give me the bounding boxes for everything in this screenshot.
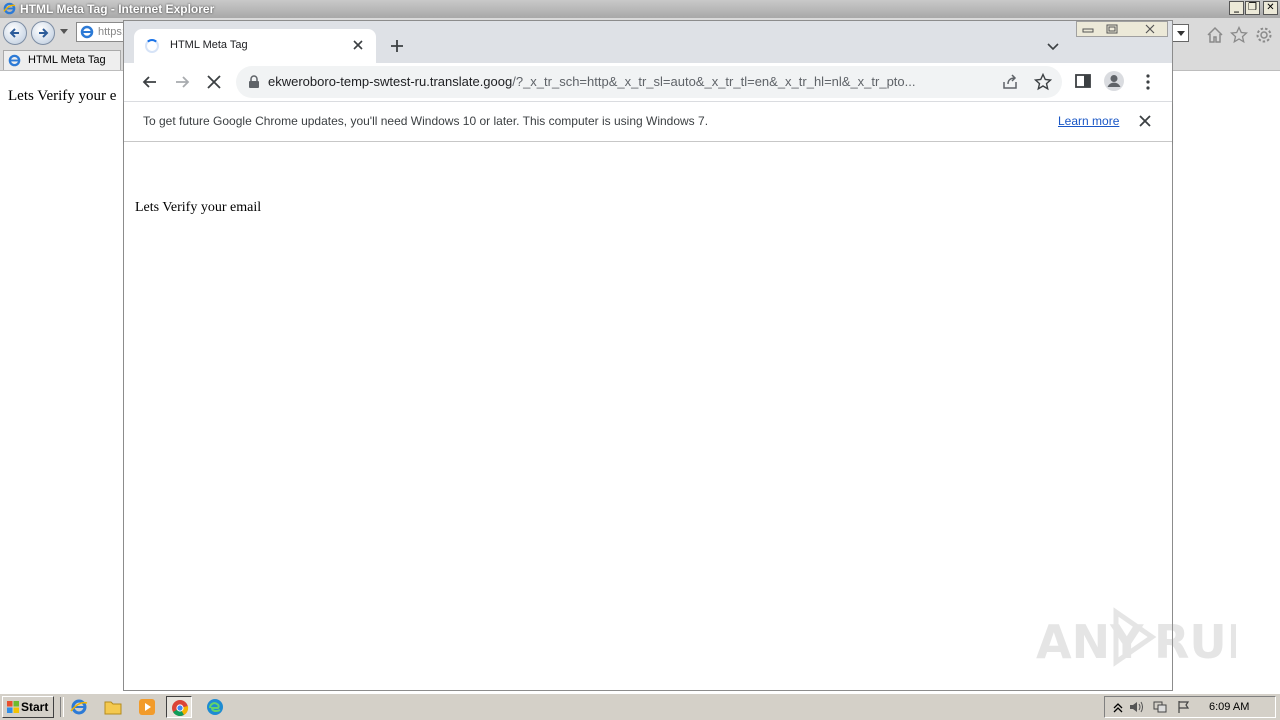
start-button[interactable]: Start bbox=[2, 696, 54, 718]
forward-arrow-icon bbox=[39, 28, 49, 38]
media-player-icon bbox=[139, 699, 155, 715]
bookmark-star-icon[interactable] bbox=[1034, 73, 1052, 91]
ie-address-text: https: bbox=[98, 26, 125, 38]
address-bar[interactable]: ekweroboro-temp-swtest-ru.translate.goog… bbox=[236, 66, 1062, 98]
back-arrow-icon[interactable] bbox=[140, 72, 160, 92]
maximize-icon[interactable] bbox=[1101, 23, 1123, 35]
internet-explorer-icon bbox=[8, 54, 21, 67]
taskbar: Start 6:09 AM bbox=[0, 693, 1280, 720]
taskbar-internet-explorer[interactable] bbox=[66, 696, 92, 718]
internet-explorer-icon bbox=[80, 25, 94, 39]
page-content: Lets Verify your email bbox=[124, 142, 1172, 690]
ie-tab[interactable]: HTML Meta Tag bbox=[3, 50, 121, 70]
system-tray: 6:09 AM bbox=[1104, 696, 1276, 718]
show-hidden-icons-icon[interactable] bbox=[1111, 700, 1125, 714]
back-arrow-icon bbox=[9, 28, 19, 38]
ie-window-title: HTML Meta Tag - Internet Explorer bbox=[20, 2, 215, 16]
chrome-tabbar: HTML Meta Tag bbox=[124, 21, 1172, 63]
ie-forward-button[interactable] bbox=[31, 21, 55, 45]
url-path: /?_x_tr_sch=http&_x_tr_sl=auto&_x_tr_tl=… bbox=[512, 74, 916, 89]
chrome-tab-title: HTML Meta Tag bbox=[170, 39, 248, 51]
infobar-message: To get future Google Chrome updates, you… bbox=[143, 114, 709, 128]
loading-spinner-icon bbox=[145, 39, 159, 53]
ie-minimize-button[interactable]: _ bbox=[1229, 1, 1244, 15]
side-panel-icon[interactable] bbox=[1075, 73, 1091, 89]
page-text: Lets Verify your email bbox=[135, 200, 262, 215]
network-icon[interactable] bbox=[1153, 700, 1167, 714]
more-options-icon[interactable] bbox=[1140, 73, 1156, 91]
stop-loading-icon[interactable] bbox=[204, 72, 224, 92]
learn-more-link[interactable]: Learn more bbox=[1058, 114, 1119, 128]
close-window-icon[interactable] bbox=[1139, 23, 1161, 35]
anyrun-watermark-logo: ANY RUN bbox=[1036, 607, 1236, 668]
ie-back-button[interactable] bbox=[3, 21, 27, 45]
url-host: ekweroboro-temp-swtest-ru.translate.goog bbox=[268, 74, 513, 89]
ie-history-dropdown[interactable] bbox=[60, 29, 68, 34]
close-tab-icon[interactable] bbox=[350, 37, 366, 53]
windows-logo-icon bbox=[7, 701, 19, 713]
new-tab-plus-icon[interactable] bbox=[388, 37, 406, 55]
gear-icon[interactable] bbox=[1255, 26, 1273, 44]
url-text[interactable]: ekweroboro-temp-swtest-ru.translate.goog… bbox=[268, 74, 994, 89]
start-label: Start bbox=[21, 700, 49, 714]
internet-explorer-icon bbox=[3, 2, 16, 15]
forward-arrow-icon[interactable] bbox=[172, 72, 192, 92]
ie-tab-title: HTML Meta Tag bbox=[28, 54, 106, 66]
profile-avatar-icon[interactable] bbox=[1103, 70, 1125, 92]
taskbar-media-player[interactable] bbox=[134, 696, 160, 718]
watermark-text-right: RUN bbox=[1154, 615, 1236, 668]
clock[interactable]: 6:09 AM bbox=[1209, 701, 1249, 713]
folder-icon bbox=[104, 701, 122, 715]
close-icon[interactable] bbox=[1138, 114, 1152, 128]
chrome-window-controls bbox=[1076, 21, 1168, 37]
action-center-flag-icon[interactable] bbox=[1177, 700, 1191, 714]
favorites-star-icon[interactable] bbox=[1230, 26, 1248, 44]
minimize-icon[interactable] bbox=[1077, 23, 1099, 35]
chrome-toolbar: ekweroboro-temp-swtest-ru.translate.goog… bbox=[124, 63, 1172, 101]
volume-icon[interactable] bbox=[1129, 700, 1143, 714]
chrome-window: HTML Meta Tag ekweroboro-temp-swtest-ru.… bbox=[123, 20, 1173, 691]
ie-restore-button[interactable]: ❐ bbox=[1245, 1, 1260, 15]
ie-titlebar: HTML Meta Tag - Internet Explorer _ ❐ ✕ bbox=[0, 0, 1280, 18]
share-icon[interactable] bbox=[1002, 74, 1018, 90]
home-icon[interactable] bbox=[1206, 26, 1224, 44]
ie-address-bar[interactable]: https: bbox=[76, 22, 128, 42]
chrome-tab[interactable]: HTML Meta Tag bbox=[134, 29, 376, 63]
internet-explorer-icon bbox=[70, 699, 88, 715]
ie-close-button[interactable]: ✕ bbox=[1263, 1, 1278, 15]
taskbar-file-explorer[interactable] bbox=[100, 696, 126, 718]
edge-icon bbox=[207, 699, 223, 715]
taskbar-chrome[interactable] bbox=[166, 696, 192, 718]
tab-search-chevron-icon[interactable] bbox=[1046, 39, 1060, 53]
lock-icon[interactable] bbox=[248, 75, 260, 89]
taskbar-separator bbox=[60, 697, 64, 717]
ie-page-text: Lets Verify your e bbox=[8, 88, 117, 104]
update-infobar: To get future Google Chrome updates, you… bbox=[124, 101, 1172, 142]
taskbar-edge[interactable] bbox=[202, 696, 228, 718]
chrome-icon bbox=[172, 700, 189, 716]
ie-address-dropdown[interactable] bbox=[1172, 24, 1189, 42]
